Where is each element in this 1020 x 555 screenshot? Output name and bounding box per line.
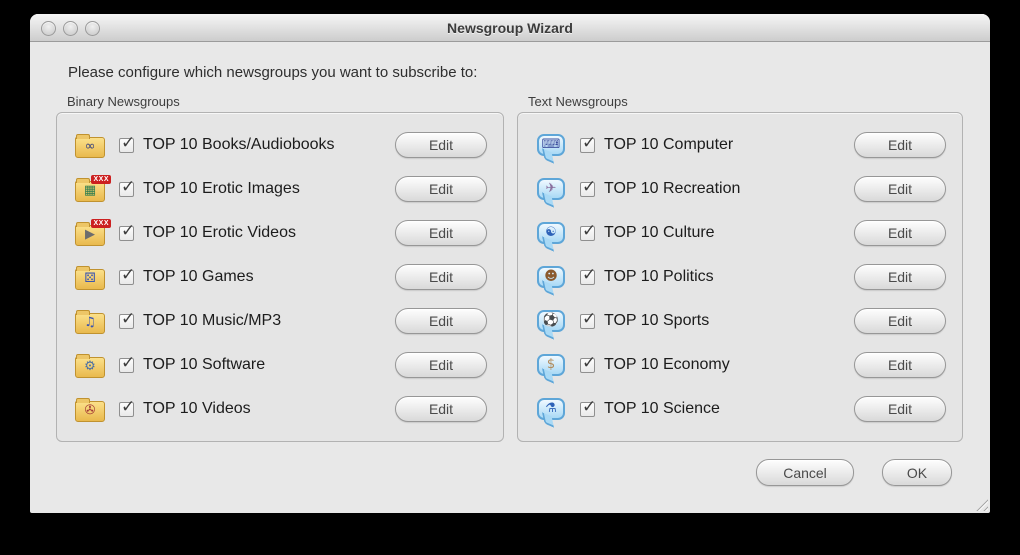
- newsgroup-row: ▶ XXX TOP 10 Erotic Videos Edit: [73, 211, 487, 255]
- newsgroup-row: ∞ TOP 10 Books/Audiobooks Edit: [73, 123, 487, 167]
- newsgroup-label: TOP 10 Politics: [604, 268, 714, 285]
- newsgroup-row: $ TOP 10 Economy Edit: [534, 343, 946, 387]
- newsgroup-checkbox[interactable]: [119, 397, 135, 417]
- edit-button[interactable]: Edit: [854, 264, 946, 290]
- edit-button[interactable]: Edit: [395, 176, 487, 202]
- recreation-bubble-icon: ✈: [537, 178, 565, 200]
- newsgroup-label: TOP 10 Books/Audiobooks: [143, 136, 335, 153]
- window-title: Newsgroup Wizard: [447, 19, 573, 36]
- binary-newsgroups-label: Binary Newsgroups: [67, 94, 180, 109]
- newsgroup-checkbox[interactable]: [580, 177, 596, 197]
- erotic-videos-folder-icon: ▶: [75, 221, 105, 246]
- culture-bubble-icon: ☯: [537, 222, 565, 244]
- edit-button[interactable]: Edit: [395, 264, 487, 290]
- newsgroup-label: TOP 10 Culture: [604, 224, 715, 241]
- newsgroup-row: ▦ XXX TOP 10 Erotic Images Edit: [73, 167, 487, 211]
- instruction-text: Please configure which newsgroups you wa…: [68, 64, 478, 81]
- newsgroup-checkbox[interactable]: [580, 221, 596, 241]
- cancel-button[interactable]: Cancel: [756, 459, 854, 486]
- politics-bubble-icon: ☻: [537, 266, 565, 288]
- newsgroup-label: TOP 10 Economy: [604, 356, 730, 373]
- newsgroup-label: TOP 10 Sports: [604, 312, 710, 329]
- titlebar[interactable]: Newsgroup Wizard: [30, 14, 990, 42]
- newsgroup-checkbox[interactable]: [119, 309, 135, 329]
- software-folder-icon: ⚙: [75, 353, 105, 378]
- edit-button[interactable]: Edit: [854, 220, 946, 246]
- newsgroup-row: ⌨ TOP 10 Computer Edit: [534, 123, 946, 167]
- newsgroup-checkbox[interactable]: [580, 133, 596, 153]
- xxx-badge: XXX: [91, 174, 111, 184]
- music-folder-icon: ♫: [75, 309, 105, 334]
- zoom-button[interactable]: [85, 21, 100, 36]
- sports-bubble-icon: ⚽: [537, 310, 565, 332]
- edit-button[interactable]: Edit: [854, 352, 946, 378]
- edit-button[interactable]: Edit: [854, 396, 946, 422]
- text-newsgroups-group: Text Newsgroups ⌨ TOP 10 Computer Edit ✈…: [517, 94, 963, 442]
- newsgroup-label: TOP 10 Videos: [143, 400, 251, 417]
- newsgroup-row: ⚽ TOP 10 Sports Edit: [534, 299, 946, 343]
- text-newsgroups-label: Text Newsgroups: [528, 94, 628, 109]
- newsgroup-row: ⚄ TOP 10 Games Edit: [73, 255, 487, 299]
- videos-folder-icon: ✇: [75, 397, 105, 422]
- xxx-badge: XXX: [91, 218, 111, 228]
- edit-button[interactable]: Edit: [395, 132, 487, 158]
- erotic-images-folder-icon: ▦: [75, 177, 105, 202]
- dialog-buttons: Cancel OK: [756, 459, 952, 486]
- newsgroup-checkbox[interactable]: [580, 397, 596, 417]
- edit-button[interactable]: Edit: [395, 308, 487, 334]
- newsgroup-checkbox[interactable]: [119, 221, 135, 241]
- newsgroup-label: TOP 10 Computer: [604, 136, 734, 153]
- newsgroup-row: ☻ TOP 10 Politics Edit: [534, 255, 946, 299]
- newsgroup-label: TOP 10 Science: [604, 400, 720, 417]
- minimize-button[interactable]: [63, 21, 78, 36]
- newsgroup-label: TOP 10 Software: [143, 356, 266, 373]
- newsgroup-checkbox[interactable]: [580, 353, 596, 373]
- close-button[interactable]: [41, 21, 56, 36]
- newsgroup-row: ⚙ TOP 10 Software Edit: [73, 343, 487, 387]
- economy-bubble-icon: $: [537, 354, 565, 376]
- newsgroup-label: TOP 10 Erotic Images: [143, 180, 300, 197]
- newsgroup-row: ♫ TOP 10 Music/MP3 Edit: [73, 299, 487, 343]
- edit-button[interactable]: Edit: [395, 352, 487, 378]
- computer-bubble-icon: ⌨: [537, 134, 565, 156]
- edit-button[interactable]: Edit: [395, 396, 487, 422]
- edit-button[interactable]: Edit: [854, 176, 946, 202]
- books-folder-icon: ∞: [75, 133, 105, 158]
- window-controls: [41, 21, 100, 36]
- newsgroup-row: ✈ TOP 10 Recreation Edit: [534, 167, 946, 211]
- ok-button[interactable]: OK: [882, 459, 952, 486]
- newsgroup-label: TOP 10 Recreation: [604, 180, 741, 197]
- newsgroup-checkbox[interactable]: [119, 177, 135, 197]
- games-folder-icon: ⚄: [75, 265, 105, 290]
- newsgroup-label: TOP 10 Music/MP3: [143, 312, 282, 329]
- edit-button[interactable]: Edit: [854, 308, 946, 334]
- newsgroup-checkbox[interactable]: [580, 265, 596, 285]
- newsgroup-label: TOP 10 Erotic Videos: [143, 224, 296, 241]
- newsgroup-row: ✇ TOP 10 Videos Edit: [73, 387, 487, 431]
- newsgroup-wizard-window: Newsgroup Wizard Please configure which …: [30, 14, 990, 513]
- resize-grip-icon[interactable]: [973, 496, 988, 511]
- newsgroup-checkbox[interactable]: [580, 309, 596, 329]
- science-bubble-icon: ⚗: [537, 398, 565, 420]
- newsgroup-label: TOP 10 Games: [143, 268, 254, 285]
- newsgroup-checkbox[interactable]: [119, 133, 135, 153]
- newsgroup-row: ⚗ TOP 10 Science Edit: [534, 387, 946, 431]
- binary-newsgroups-group: Binary Newsgroups ∞ TOP 10 Books/Audiobo…: [56, 94, 504, 442]
- newsgroup-checkbox[interactable]: [119, 265, 135, 285]
- edit-button[interactable]: Edit: [854, 132, 946, 158]
- edit-button[interactable]: Edit: [395, 220, 487, 246]
- newsgroup-row: ☯ TOP 10 Culture Edit: [534, 211, 946, 255]
- newsgroup-checkbox[interactable]: [119, 353, 135, 373]
